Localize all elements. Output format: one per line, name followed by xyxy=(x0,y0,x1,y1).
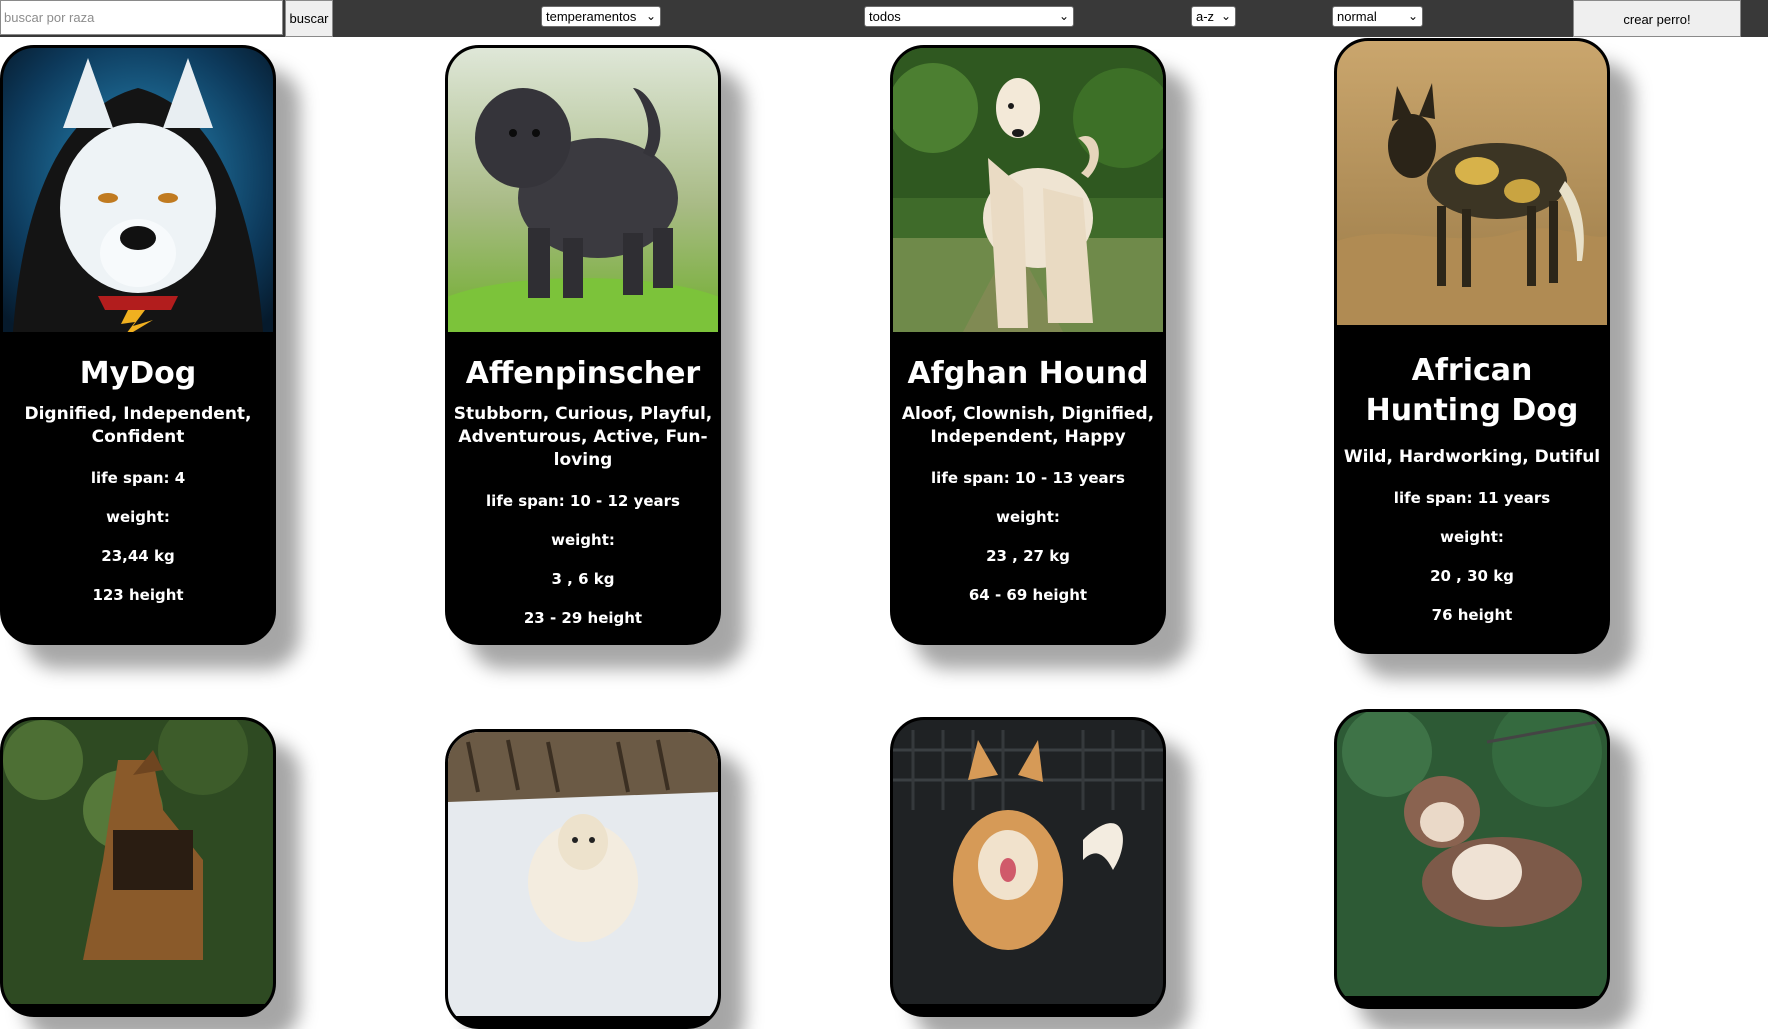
dog-photo xyxy=(893,720,1163,1004)
search-input[interactable] xyxy=(0,0,283,35)
dog-name: Afghan Hound xyxy=(907,356,1149,391)
dog-name: Affenpinscher xyxy=(465,356,701,391)
dog-card[interactable] xyxy=(0,717,276,1017)
dog-weight-label: weight: xyxy=(996,508,1060,526)
chevron-down-icon: ⌄ xyxy=(645,9,656,23)
dog-temperament: Dignified, Independent, Confident xyxy=(24,404,252,447)
dog-weight: 23 , 27 kg xyxy=(986,547,1070,565)
dog-weight: 23,44 kg xyxy=(101,547,175,565)
dog-photo xyxy=(3,720,273,1004)
order-select-value: a-z xyxy=(1196,9,1215,24)
dog-life-span: life span: 11 years xyxy=(1393,489,1551,507)
dog-weight: 20 , 30 kg xyxy=(1430,567,1514,585)
dog-weight-label: weight: xyxy=(1440,528,1504,546)
dog-card[interactable]: Affenpinscher Stubborn, Curious, Playful… xyxy=(445,45,721,645)
weight-select[interactable]: normal ⌄ xyxy=(1332,6,1423,27)
create-dog-button[interactable]: crear perro! xyxy=(1573,0,1741,37)
dog-weight: 3 , 6 kg xyxy=(551,570,615,588)
chevron-down-icon: ⌄ xyxy=(1058,9,1069,23)
dog-card[interactable] xyxy=(890,717,1166,1017)
dog-card[interactable]: Afghan Hound Aloof, Clownish, Dignified,… xyxy=(890,45,1166,645)
chevron-down-icon: ⌄ xyxy=(1220,9,1231,23)
order-select[interactable]: a-z ⌄ xyxy=(1191,6,1236,27)
origin-select-value: todos xyxy=(869,9,901,24)
dog-height: 76 height xyxy=(1431,606,1513,624)
dog-card[interactable]: MyDog Dignified, Independent, Confident … xyxy=(0,45,276,645)
dog-card[interactable]: African Hunting Dog Wild, Hardworking, D… xyxy=(1334,38,1610,654)
dog-height: 123 height xyxy=(92,586,184,604)
origin-select[interactable]: todos ⌄ xyxy=(864,6,1074,27)
dog-card[interactable] xyxy=(445,729,721,1029)
dog-name: African Hunting Dog xyxy=(1365,353,1579,428)
top-toolbar: buscar temperamentos ⌄ todos ⌄ a-z ⌄ nor… xyxy=(0,0,1768,37)
dog-photo xyxy=(448,732,718,1016)
chevron-down-icon: ⌄ xyxy=(1407,9,1418,23)
dog-name: MyDog xyxy=(79,356,197,391)
dog-card[interactable] xyxy=(1334,709,1610,1009)
dog-photo xyxy=(448,48,718,332)
dog-life-span: life span: 4 xyxy=(90,469,186,487)
dog-life-span: life span: 10 - 12 years xyxy=(486,492,680,510)
dog-temperament: Stubborn, Curious, Playful, Adventurous,… xyxy=(453,404,713,470)
dog-life-span: life span: 10 - 13 years xyxy=(931,469,1125,487)
dog-weight-label: weight: xyxy=(106,508,170,526)
search-button[interactable]: buscar xyxy=(285,0,333,37)
weight-select-value: normal xyxy=(1337,9,1377,24)
dog-height: 23 - 29 height xyxy=(523,609,643,627)
dog-photo xyxy=(1337,41,1607,325)
temperament-select-value: temperamentos xyxy=(546,9,637,24)
temperament-select[interactable]: temperamentos ⌄ xyxy=(541,6,661,27)
dog-photo xyxy=(3,48,273,332)
dog-photo xyxy=(893,48,1163,332)
dog-weight-label: weight: xyxy=(551,531,615,549)
dog-temperament: Wild, Hardworking, Dutiful xyxy=(1343,447,1601,467)
dog-temperament: Aloof, Clownish, Dignified, Independent,… xyxy=(901,404,1155,447)
dog-height: 64 - 69 height xyxy=(968,586,1088,604)
dog-photo xyxy=(1337,712,1607,996)
